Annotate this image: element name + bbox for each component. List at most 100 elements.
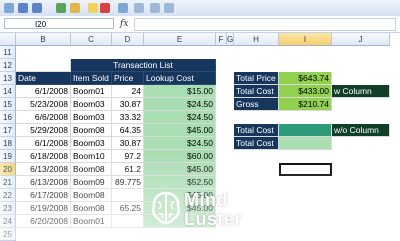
- table-cell-date[interactable]: 6/17/2008: [16, 189, 71, 202]
- row-header[interactable]: 20: [0, 163, 16, 176]
- table-cell-date[interactable]: 5/23/2008: [16, 98, 71, 111]
- table-cell-price[interactable]: 64.35: [112, 124, 144, 137]
- table-cell-date[interactable]: 6/1/2008: [16, 85, 71, 98]
- active-cell[interactable]: [279, 163, 332, 176]
- row-header[interactable]: 25: [0, 228, 16, 241]
- row-header[interactable]: 12: [0, 59, 16, 72]
- select-all-corner[interactable]: [0, 33, 16, 46]
- fill-color-icon[interactable]: [88, 3, 98, 13]
- table-cell-item[interactable]: Boom10: [71, 150, 112, 163]
- row-header[interactable]: 16: [0, 111, 16, 124]
- table-cell-price[interactable]: 61.2: [112, 163, 144, 176]
- column-header-j[interactable]: J: [332, 33, 390, 46]
- header-date: Date: [16, 72, 71, 85]
- table-cell-item[interactable]: Boom03: [71, 111, 112, 124]
- row-header[interactable]: 13: [0, 72, 16, 85]
- quick-access-toolbar: [0, 0, 400, 17]
- redo-icon[interactable]: [32, 3, 42, 13]
- table-cell-date[interactable]: 6/1/2008: [16, 137, 71, 150]
- table-cell-lookup[interactable]: $15.00: [144, 85, 216, 98]
- table-cell-price[interactable]: [112, 215, 144, 228]
- table-cell-date[interactable]: 6/19/2008: [16, 202, 71, 215]
- table-cell-lookup[interactable]: $24.50: [144, 98, 216, 111]
- note-with-column: w Column: [332, 85, 390, 98]
- summary-value[interactable]: $643.74: [279, 72, 332, 85]
- table-cell-date[interactable]: 6/13/2008: [16, 163, 71, 176]
- table-cell-date[interactable]: 6/18/2008: [16, 150, 71, 163]
- table-cell-item[interactable]: Boom01: [71, 215, 112, 228]
- column-header-f[interactable]: F: [216, 33, 227, 46]
- summary-label: Gross: [234, 98, 279, 111]
- table-cell-item[interactable]: Boom08: [71, 124, 112, 137]
- summary-value[interactable]: $210.74: [279, 98, 332, 111]
- table-cell-date[interactable]: 6/20/2008: [16, 215, 71, 228]
- summary-label: Total Cost: [234, 124, 279, 137]
- column-header-c[interactable]: C: [71, 33, 112, 46]
- header-price: Price: [112, 72, 144, 85]
- row-header[interactable]: 21: [0, 176, 16, 189]
- table-cell-date[interactable]: 5/29/2008: [16, 124, 71, 137]
- header-lookup-cost: Lookup Cost: [144, 72, 216, 85]
- name-box[interactable]: I20: [4, 18, 114, 29]
- row-header[interactable]: 22: [0, 189, 16, 202]
- column-header-e[interactable]: E: [144, 33, 216, 46]
- table-cell-date[interactable]: 6/6/2008: [16, 111, 71, 124]
- fx-icon[interactable]: fx: [120, 19, 128, 29]
- summary-label: Total Cost: [234, 137, 279, 150]
- note-without-column: w/o Column: [332, 124, 390, 137]
- row-header[interactable]: 23: [0, 202, 16, 215]
- save-icon[interactable]: [4, 3, 14, 13]
- table-cell-price[interactable]: 30.87: [112, 98, 144, 111]
- undo-icon[interactable]: [18, 3, 28, 13]
- table-cell-lookup[interactable]: $24.50: [144, 137, 216, 150]
- table-cell-item[interactable]: Boom03: [71, 137, 112, 150]
- table-cell-price[interactable]: 89.775: [112, 176, 144, 189]
- table-cell-item[interactable]: Boom08: [71, 202, 112, 215]
- column-header-g[interactable]: G: [227, 33, 234, 46]
- font-color-icon[interactable]: [100, 3, 110, 13]
- row-header[interactable]: 17: [0, 124, 16, 137]
- formula-input[interactable]: [134, 18, 396, 31]
- table-title: Transaction List: [71, 59, 216, 72]
- format-icon[interactable]: [134, 3, 144, 13]
- summary-value[interactable]: [279, 137, 332, 150]
- table-cell-lookup[interactable]: $60.00: [144, 150, 216, 163]
- table-cell-lookup[interactable]: $24.50: [144, 111, 216, 124]
- table-cell-item[interactable]: Boom08: [71, 163, 112, 176]
- summary-value[interactable]: [279, 124, 332, 137]
- table-cell-price[interactable]: 30.87: [112, 137, 144, 150]
- paste-icon[interactable]: [70, 3, 80, 13]
- table-cell-date[interactable]: 6/13/2008: [16, 176, 71, 189]
- cell[interactable]: [16, 59, 71, 72]
- table-cell-item[interactable]: Boom08: [71, 189, 112, 202]
- refresh-icon[interactable]: [56, 3, 66, 13]
- row-header[interactable]: 11: [0, 46, 16, 59]
- row-header[interactable]: 15: [0, 98, 16, 111]
- column-header-i[interactable]: I: [279, 33, 332, 46]
- column-header-b[interactable]: B: [16, 33, 71, 46]
- table-cell-price[interactable]: 65.25: [112, 202, 144, 215]
- row-header[interactable]: 19: [0, 150, 16, 163]
- row-header[interactable]: 24: [0, 215, 16, 228]
- watermark-logo: Mind Luster: [150, 186, 260, 232]
- table-cell-item[interactable]: Boom03: [71, 98, 112, 111]
- table-cell-lookup[interactable]: $45.00: [144, 124, 216, 137]
- table-cell-item[interactable]: Boom01: [71, 85, 112, 98]
- summary-value[interactable]: $433.00: [279, 85, 332, 98]
- column-header-d[interactable]: D: [112, 33, 144, 46]
- table-cell-price[interactable]: 24: [112, 85, 144, 98]
- filter-icon[interactable]: [150, 3, 160, 13]
- column-header-h[interactable]: H: [234, 33, 279, 46]
- watermark-line2: Luster: [184, 209, 243, 229]
- table-cell-lookup[interactable]: $45.00: [144, 163, 216, 176]
- table-cell-price[interactable]: 97.2: [112, 150, 144, 163]
- customize-icon[interactable]: [164, 3, 174, 13]
- row-header[interactable]: 18: [0, 137, 16, 150]
- table-cell-price[interactable]: 33.32: [112, 111, 144, 124]
- row-header[interactable]: 14: [0, 85, 16, 98]
- borders-icon[interactable]: [118, 3, 128, 13]
- table-cell-price[interactable]: [112, 189, 144, 202]
- brain-icon: [151, 191, 181, 225]
- table-cell-item[interactable]: Boom09: [71, 176, 112, 189]
- watermark-line1: Mind: [184, 190, 228, 210]
